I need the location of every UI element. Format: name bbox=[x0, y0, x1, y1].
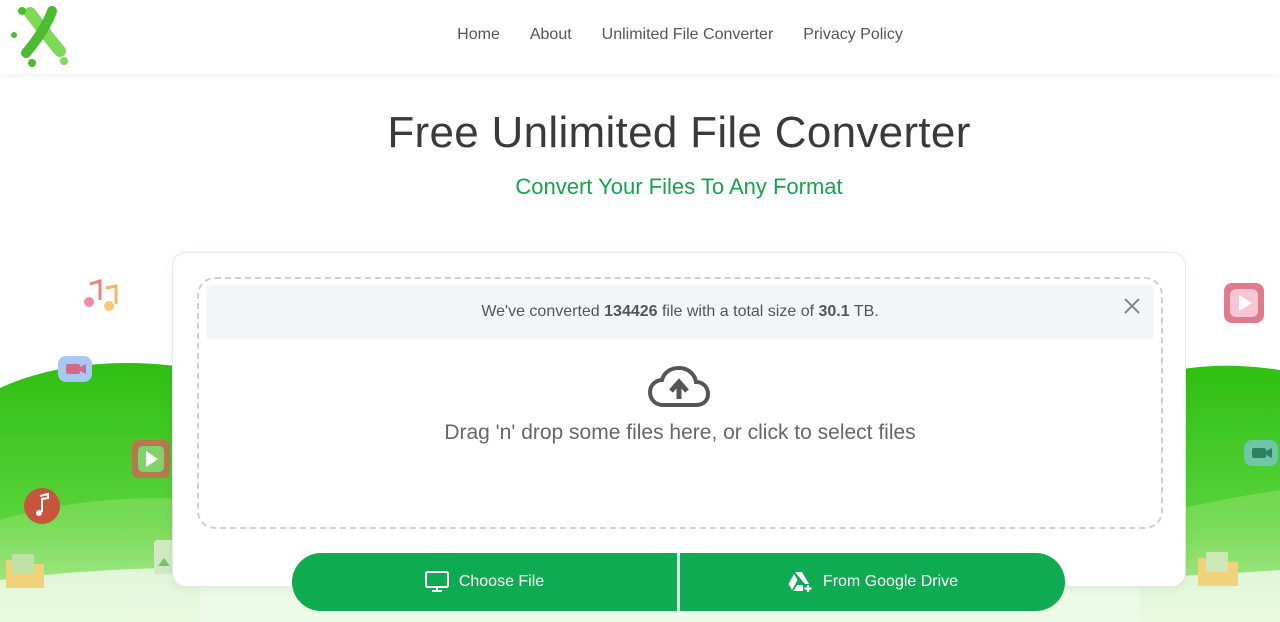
nav-item-home[interactable]: Home bbox=[442, 26, 515, 44]
page-title: Free Unlimited File Converter bbox=[387, 108, 971, 157]
google-drive-button[interactable]: From Google Drive bbox=[680, 553, 1065, 611]
monitor-icon bbox=[424, 571, 449, 592]
cloud-upload-icon bbox=[647, 365, 711, 407]
stats-middle: file with a total size of bbox=[657, 303, 819, 320]
page-subtitle: Convert Your Files To Any Format bbox=[515, 174, 843, 199]
stats-prefix: We've converted bbox=[481, 303, 605, 320]
video-camera-icon-right bbox=[1244, 440, 1278, 466]
dropzone-instructions: Drag 'n' drop some files here, or click … bbox=[444, 421, 916, 444]
folder-icon-left bbox=[6, 554, 44, 588]
site-header: Home About Unlimited File Converter Priv… bbox=[0, 0, 1280, 74]
video-play-icon bbox=[132, 440, 170, 478]
nav-item-about[interactable]: About bbox=[515, 26, 587, 44]
choose-file-button[interactable]: Choose File bbox=[292, 553, 677, 611]
upload-source-buttons: Choose File From Google Drive bbox=[292, 553, 1065, 611]
upload-card: We've converted 134426 file with a total… bbox=[172, 252, 1186, 587]
google-drive-add-icon bbox=[788, 572, 812, 592]
choose-file-label: Choose File bbox=[458, 573, 545, 590]
video-play-icon-right bbox=[1224, 283, 1264, 323]
video-camera-icon bbox=[58, 356, 92, 382]
stats-total-size: 30.1 bbox=[818, 303, 850, 320]
stats-unit: TB. bbox=[849, 303, 879, 320]
music-notes-icon bbox=[84, 278, 118, 311]
main-nav: Home About Unlimited File Converter Priv… bbox=[0, 0, 1280, 70]
google-drive-label: From Google Drive bbox=[822, 573, 959, 590]
folder-icon-right bbox=[1198, 552, 1238, 586]
stats-file-count: 134426 bbox=[604, 303, 658, 320]
nav-item-unlimited-file-converter[interactable]: Unlimited File Converter bbox=[587, 26, 789, 44]
conversion-stats-banner: We've converted 134426 file with a total… bbox=[206, 285, 1154, 339]
music-disc-icon bbox=[24, 488, 60, 524]
nav-item-privacy-policy[interactable]: Privacy Policy bbox=[788, 26, 918, 44]
close-icon[interactable] bbox=[1121, 295, 1143, 317]
